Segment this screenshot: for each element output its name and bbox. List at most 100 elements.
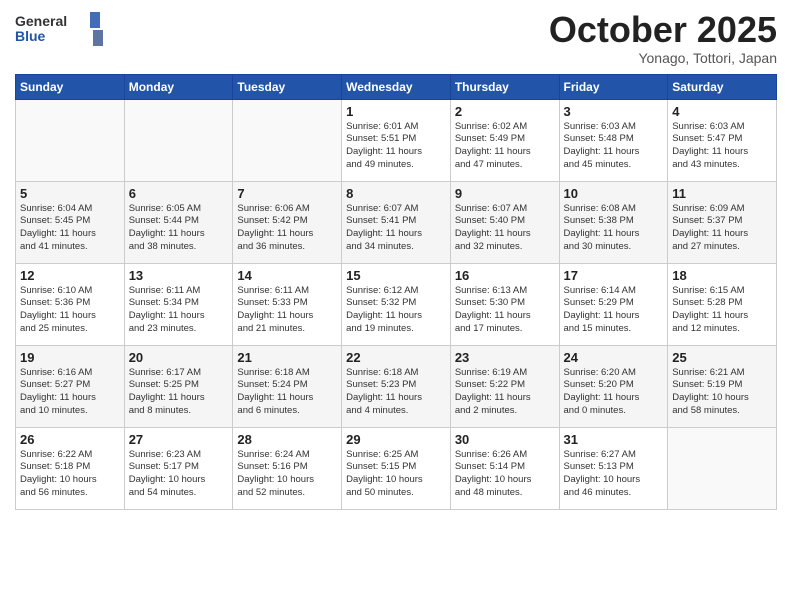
week-row-1: 1Sunrise: 6:01 AMSunset: 5:51 PMDaylight… xyxy=(16,99,777,181)
day-info: Sunrise: 6:12 AMSunset: 5:32 PMDaylight:… xyxy=(346,285,446,336)
day-info: Sunrise: 6:21 AMSunset: 5:19 PMDaylight:… xyxy=(672,367,772,418)
calendar-table: SundayMondayTuesdayWednesdayThursdayFrid… xyxy=(15,74,777,510)
day-cell: 24 Sunrise: 6:20 AMSunset: 5:20 PMDayligh… xyxy=(559,345,668,427)
month-title: October 2025 xyxy=(549,10,777,50)
day-info: Sunrise: 6:02 AMSunset: 5:49 PMDaylight:… xyxy=(455,121,555,172)
day-info: Sunrise: 6:16 AMSunset: 5:27 PMDaylight:… xyxy=(20,367,120,418)
day-number: 10 xyxy=(564,186,664,201)
day-number: 12 xyxy=(20,268,120,283)
day-number: 18 xyxy=(672,268,772,283)
day-cell: 6Sunrise: 6:05 AMSunset: 5:44 PMDaylight… xyxy=(124,181,233,263)
day-info: Sunrise: 6:22 AMSunset: 5:18 PMDaylight:… xyxy=(20,449,120,500)
day-info: Sunrise: 6:07 AMSunset: 5:41 PMDaylight:… xyxy=(346,203,446,254)
day-info: Sunrise: 6:19 AMSunset: 5:22 PMDaylight:… xyxy=(455,367,555,418)
day-cell xyxy=(668,427,777,509)
day-info: Sunrise: 6:11 AMSunset: 5:33 PMDaylight:… xyxy=(237,285,337,336)
day-info: Sunrise: 6:10 AMSunset: 5:36 PMDaylight:… xyxy=(20,285,120,336)
day-cell: 22Sunrise: 6:18 AMSunset: 5:23 PMDayligh… xyxy=(342,345,451,427)
day-number: 7 xyxy=(237,186,337,201)
day-info: Sunrise: 6:26 AMSunset: 5:14 PMDaylight:… xyxy=(455,449,555,500)
day-cell: 15 Sunrise: 6:12 AMSunset: 5:32 PMDayligh… xyxy=(342,263,451,345)
day-cell: 12 Sunrise: 6:10 AMSunset: 5:36 PMDayligh… xyxy=(16,263,125,345)
day-number: 30 xyxy=(455,432,555,447)
svg-text:Blue: Blue xyxy=(15,28,46,44)
day-info: Sunrise: 6:06 AMSunset: 5:42 PMDaylight:… xyxy=(237,203,337,254)
logo-svg: General Blue xyxy=(15,10,105,48)
day-cell: 31 Sunrise: 6:27 AMSunset: 5:13 PMDayligh… xyxy=(559,427,668,509)
day-info: Sunrise: 6:25 AMSunset: 5:15 PMDaylight:… xyxy=(346,449,446,500)
weekday-header-saturday: Saturday xyxy=(668,74,777,99)
day-cell: 21Sunrise: 6:18 AMSunset: 5:24 PMDayligh… xyxy=(233,345,342,427)
day-cell: 5Sunrise: 6:04 AMSunset: 5:45 PMDaylight… xyxy=(16,181,125,263)
week-row-4: 19 Sunrise: 6:16 AMSunset: 5:27 PMDayligh… xyxy=(16,345,777,427)
day-info: Sunrise: 6:15 AMSunset: 5:28 PMDaylight:… xyxy=(672,285,772,336)
day-cell: 7 Sunrise: 6:06 AMSunset: 5:42 PMDaylight… xyxy=(233,181,342,263)
weekday-header-sunday: Sunday xyxy=(16,74,125,99)
day-info: Sunrise: 6:20 AMSunset: 5:20 PMDaylight:… xyxy=(564,367,664,418)
day-cell xyxy=(124,99,233,181)
day-number: 24 xyxy=(564,350,664,365)
day-number: 4 xyxy=(672,104,772,119)
day-cell: 27 Sunrise: 6:23 AMSunset: 5:17 PMDayligh… xyxy=(124,427,233,509)
day-info: Sunrise: 6:07 AMSunset: 5:40 PMDaylight:… xyxy=(455,203,555,254)
day-cell: 28 Sunrise: 6:24 AMSunset: 5:16 PMDayligh… xyxy=(233,427,342,509)
day-number: 28 xyxy=(237,432,337,447)
day-info: Sunrise: 6:08 AMSunset: 5:38 PMDaylight:… xyxy=(564,203,664,254)
week-row-3: 12 Sunrise: 6:10 AMSunset: 5:36 PMDayligh… xyxy=(16,263,777,345)
day-number: 31 xyxy=(564,432,664,447)
day-cell: 1Sunrise: 6:01 AMSunset: 5:51 PMDaylight… xyxy=(342,99,451,181)
day-number: 25 xyxy=(672,350,772,365)
day-cell: 8 Sunrise: 6:07 AMSunset: 5:41 PMDaylight… xyxy=(342,181,451,263)
day-cell: 16Sunrise: 6:13 AMSunset: 5:30 PMDayligh… xyxy=(450,263,559,345)
day-cell: 17 Sunrise: 6:14 AMSunset: 5:29 PMDayligh… xyxy=(559,263,668,345)
day-cell: 13Sunrise: 6:11 AMSunset: 5:34 PMDayligh… xyxy=(124,263,233,345)
day-number: 27 xyxy=(129,432,229,447)
day-cell: 3Sunrise: 6:03 AMSunset: 5:48 PMDaylight… xyxy=(559,99,668,181)
day-info: Sunrise: 6:14 AMSunset: 5:29 PMDaylight:… xyxy=(564,285,664,336)
day-number: 19 xyxy=(20,350,120,365)
day-cell: 29 Sunrise: 6:25 AMSunset: 5:15 PMDayligh… xyxy=(342,427,451,509)
day-info: Sunrise: 6:05 AMSunset: 5:44 PMDaylight:… xyxy=(129,203,229,254)
day-cell: 14Sunrise: 6:11 AMSunset: 5:33 PMDayligh… xyxy=(233,263,342,345)
day-number: 20 xyxy=(129,350,229,365)
day-info: Sunrise: 6:03 AMSunset: 5:48 PMDaylight:… xyxy=(564,121,664,172)
weekday-header-monday: Monday xyxy=(124,74,233,99)
day-info: Sunrise: 6:23 AMSunset: 5:17 PMDaylight:… xyxy=(129,449,229,500)
day-number: 9 xyxy=(455,186,555,201)
day-info: Sunrise: 6:27 AMSunset: 5:13 PMDaylight:… xyxy=(564,449,664,500)
day-info: Sunrise: 6:18 AMSunset: 5:24 PMDaylight:… xyxy=(237,367,337,418)
day-number: 22 xyxy=(346,350,446,365)
page-container: General Blue October 2025 Yonago, Tottor… xyxy=(0,0,792,520)
day-info: Sunrise: 6:03 AMSunset: 5:47 PMDaylight:… xyxy=(672,121,772,172)
weekday-header-wednesday: Wednesday xyxy=(342,74,451,99)
weekday-header-tuesday: Tuesday xyxy=(233,74,342,99)
day-number: 29 xyxy=(346,432,446,447)
day-cell: 4 Sunrise: 6:03 AMSunset: 5:47 PMDaylight… xyxy=(668,99,777,181)
weekday-header-row: SundayMondayTuesdayWednesdayThursdayFrid… xyxy=(16,74,777,99)
header: General Blue October 2025 Yonago, Tottor… xyxy=(15,10,777,66)
day-number: 11 xyxy=(672,186,772,201)
day-cell: 9 Sunrise: 6:07 AMSunset: 5:40 PMDaylight… xyxy=(450,181,559,263)
day-cell: 26Sunrise: 6:22 AMSunset: 5:18 PMDayligh… xyxy=(16,427,125,509)
day-cell: 10 Sunrise: 6:08 AMSunset: 5:38 PMDayligh… xyxy=(559,181,668,263)
day-cell xyxy=(233,99,342,181)
day-number: 15 xyxy=(346,268,446,283)
logo-text: General Blue xyxy=(15,10,105,53)
day-number: 16 xyxy=(455,268,555,283)
day-cell: 2 Sunrise: 6:02 AMSunset: 5:49 PMDaylight… xyxy=(450,99,559,181)
title-area: October 2025 Yonago, Tottori, Japan xyxy=(549,10,777,66)
day-info: Sunrise: 6:09 AMSunset: 5:37 PMDaylight:… xyxy=(672,203,772,254)
week-row-2: 5Sunrise: 6:04 AMSunset: 5:45 PMDaylight… xyxy=(16,181,777,263)
weekday-header-thursday: Thursday xyxy=(450,74,559,99)
week-row-5: 26Sunrise: 6:22 AMSunset: 5:18 PMDayligh… xyxy=(16,427,777,509)
day-number: 2 xyxy=(455,104,555,119)
day-info: Sunrise: 6:24 AMSunset: 5:16 PMDaylight:… xyxy=(237,449,337,500)
day-number: 23 xyxy=(455,350,555,365)
day-number: 17 xyxy=(564,268,664,283)
day-cell: 23 Sunrise: 6:19 AMSunset: 5:22 PMDayligh… xyxy=(450,345,559,427)
day-info: Sunrise: 6:17 AMSunset: 5:25 PMDaylight:… xyxy=(129,367,229,418)
day-number: 8 xyxy=(346,186,446,201)
subtitle: Yonago, Tottori, Japan xyxy=(549,50,777,66)
day-cell: 20 Sunrise: 6:17 AMSunset: 5:25 PMDayligh… xyxy=(124,345,233,427)
day-cell: 30 Sunrise: 6:26 AMSunset: 5:14 PMDayligh… xyxy=(450,427,559,509)
